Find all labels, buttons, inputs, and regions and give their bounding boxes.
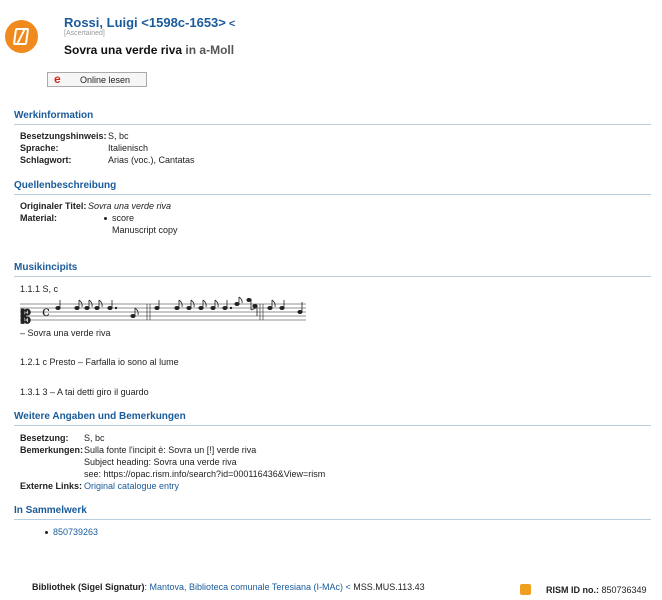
logo-mark-icon (12, 28, 30, 45)
material-item: score (104, 213, 134, 223)
remark-line: see: https://opac.rism.info/search?id=00… (84, 469, 326, 479)
online-read-label: Online lesen (80, 75, 131, 85)
bibliothek-label: Bibliothek (Sigel Signatur) (32, 582, 145, 592)
field-label: Besetzungshinweis: (20, 131, 107, 141)
work-title: Sovra una verde riva in a-Moll (64, 43, 234, 57)
section-weitere-angaben: Weitere Angaben und Bemerkungen (14, 411, 651, 426)
ascertained-note: [Ascertained] (64, 30, 105, 37)
incipit-score[interactable]: 𝄡 c (20, 296, 310, 330)
bemerkungen-row: Bemerkungen: Sulla fonte l'incipit è: So… (20, 445, 325, 479)
work-key: in a-Moll (185, 43, 235, 57)
incipit-id[interactable]: 1.2.1 c Presto – Farfalla io sono al lum… (20, 357, 179, 367)
share-icon[interactable]: < (229, 18, 235, 30)
remark-line: Subject heading: Sovra una verde riva (84, 457, 237, 467)
incipit-text: – Sovra una verde riva (20, 328, 111, 338)
field-value: Italienisch (108, 143, 149, 153)
share-icon[interactable]: < (345, 582, 350, 592)
material-row: Material: score Manuscript copy (20, 213, 178, 235)
field-value: Sovra una verde riva (88, 201, 172, 211)
remark-line: Sulla fonte l'incipit è: Sovra un [!] ve… (84, 445, 257, 455)
bibliothek-line: Bibliothek (Sigel Signatur): Mantova, Bi… (32, 582, 425, 592)
work-title-main: Sovra una verde riva (64, 43, 183, 57)
original-catalogue-link[interactable]: Original catalogue entry (84, 481, 179, 491)
time-signature: c (42, 304, 50, 320)
incipit-id[interactable]: 1.3.1 3 – A tai detti giro il guardo (20, 387, 149, 397)
field-value: S, bc (108, 131, 129, 141)
sprache-row: Sprache: Italienisch (20, 143, 148, 153)
field-label: Externe Links: (20, 481, 83, 491)
section-quellenbeschreibung: Quellenbeschreibung (14, 180, 651, 195)
incipit-id[interactable]: 1.1.1 S, c (20, 284, 58, 294)
externe-links-row: Externe Links: Original catalogue entry (20, 481, 179, 491)
rism-logo (5, 20, 38, 53)
section-werkinformation: Werkinformation (14, 110, 651, 125)
besetzung-row: Besetzung: S, bc (20, 433, 105, 443)
sammelwerk-link[interactable]: 850739263 (53, 527, 98, 537)
document-icon (520, 584, 531, 595)
field-value: S, bc (84, 433, 105, 443)
rism-label: RISM ID no.: (546, 585, 599, 595)
section-musikincipits: Musikincipits (14, 262, 651, 277)
field-value: Arias (voc.), Cantatas (108, 155, 195, 165)
besetzungshinweis-row: Besetzungshinweis: S, bc (20, 131, 129, 141)
author-name[interactable]: Rossi, Luigi <1598c-1653> (64, 15, 226, 30)
field-label: Bemerkungen: (20, 445, 84, 455)
schlagwort-row: Schlagwort: Arias (voc.), Cantatas (20, 155, 195, 165)
bibliothek-link[interactable]: Mantova, Biblioteca comunale Teresiana (… (150, 582, 343, 592)
field-label: Material: (20, 213, 58, 223)
field-label: Sprache: (20, 143, 59, 153)
section-sammelwerk: In Sammelwerk (14, 505, 651, 520)
c-clef-icon: 𝄡 (20, 307, 31, 328)
field-label: Besetzung: (20, 433, 69, 443)
author-heading[interactable]: Rossi, Luigi <1598c-1653> < (64, 15, 235, 30)
rism-value: 850736349 (601, 585, 647, 595)
notes (55, 296, 303, 318)
e-icon: e (54, 72, 61, 86)
field-label: Schlagwort: (20, 155, 72, 165)
online-read-button[interactable]: e Online lesen (47, 72, 147, 87)
original-title-row: Originaler Titel: Sovra una verde riva (20, 201, 171, 211)
sammelwerk-item: 850739263 (45, 527, 98, 537)
field-label: Originaler Titel: (20, 201, 87, 211)
material-item: Manuscript copy (112, 225, 178, 235)
signatur: MSS.MUS.113.43 (353, 582, 425, 592)
